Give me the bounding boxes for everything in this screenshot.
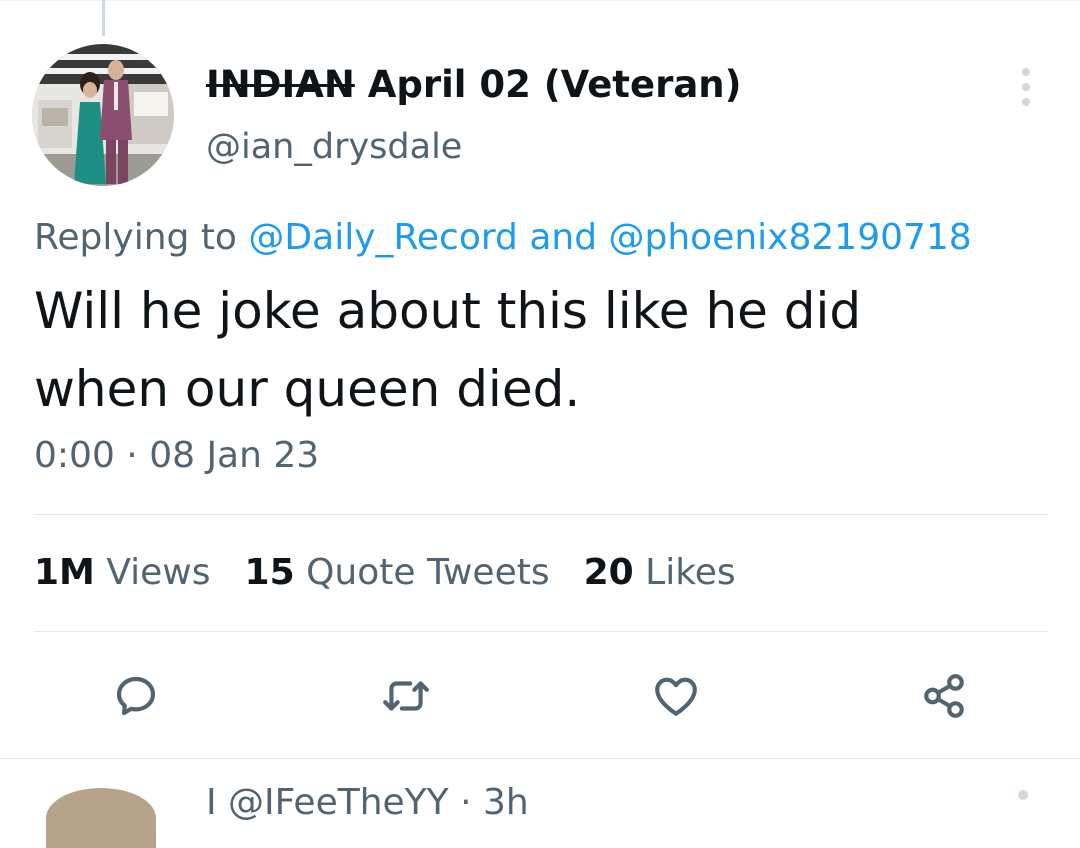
author-name[interactable]: INDIAN April 02 (Veteran) xyxy=(206,62,742,108)
author-avatar[interactable] xyxy=(32,44,174,186)
meta-separator: · xyxy=(114,435,150,476)
tweet-text-line: when our queen died. xyxy=(34,360,581,418)
retweet-icon xyxy=(383,681,429,711)
likes-count: 20 xyxy=(583,552,634,593)
top-border xyxy=(0,0,1080,1)
avatar-photo xyxy=(32,44,174,186)
views-count: 1M xyxy=(34,552,95,593)
divider xyxy=(34,514,1048,515)
share-button[interactable] xyxy=(916,668,972,724)
author-name-struck: INDIAN xyxy=(206,63,355,106)
heart-icon xyxy=(655,677,697,716)
tweet-date: 08 Jan 23 xyxy=(149,435,320,476)
tweet-action-bar xyxy=(0,668,1080,724)
replying-to: Replying to @Daily_Record and @phoenix82… xyxy=(34,214,972,262)
next-tweet-header[interactable]: I @IFeeTheYY · 3h xyxy=(206,780,529,826)
more-dot xyxy=(1022,98,1030,106)
thread-connector-line xyxy=(102,0,105,36)
more-dot xyxy=(1022,83,1030,91)
like-button[interactable] xyxy=(648,668,704,724)
tweet-timestamp[interactable]: 0:00 · 08 Jan 23 xyxy=(34,432,319,480)
divider xyxy=(0,758,1080,759)
views-stat[interactable]: 1M Views xyxy=(34,548,211,598)
share-icon xyxy=(924,674,964,718)
quote-tweets-stat[interactable]: 15 Quote Tweets xyxy=(245,548,550,598)
reply-target-link[interactable]: @phoenix82190718 xyxy=(609,217,972,258)
tweet-text-line: Will he joke about this like he did xyxy=(34,282,862,340)
retweet-button[interactable] xyxy=(378,668,434,724)
author-handle[interactable]: @ian_drysdale xyxy=(206,124,462,170)
more-dot xyxy=(1022,68,1030,76)
reply-icon xyxy=(116,676,156,716)
tweet-stats: 1M Views 15 Quote Tweets 20 Likes xyxy=(34,548,736,598)
likes-stat[interactable]: 20 Likes xyxy=(584,548,736,598)
next-tweet-avatar[interactable] xyxy=(46,788,156,848)
divider xyxy=(34,631,1048,632)
replying-joiner[interactable]: and xyxy=(518,217,609,258)
author-name-rest: April 02 (Veteran) xyxy=(354,63,742,106)
reply-target-link[interactable]: @Daily_Record xyxy=(248,217,517,258)
views-label: Views xyxy=(94,552,211,593)
tweet-time: 0:00 xyxy=(34,435,115,476)
reply-button[interactable] xyxy=(108,668,164,724)
quote-tweets-count: 15 xyxy=(244,552,295,593)
replying-prefix: Replying to xyxy=(34,217,249,258)
quote-tweets-label: Quote Tweets xyxy=(294,552,550,593)
likes-label: Likes xyxy=(633,552,736,593)
tweet-text: Will he joke about this like he did when… xyxy=(34,272,1034,428)
more-icon[interactable] xyxy=(1008,66,1044,108)
more-icon[interactable] xyxy=(1018,790,1028,800)
